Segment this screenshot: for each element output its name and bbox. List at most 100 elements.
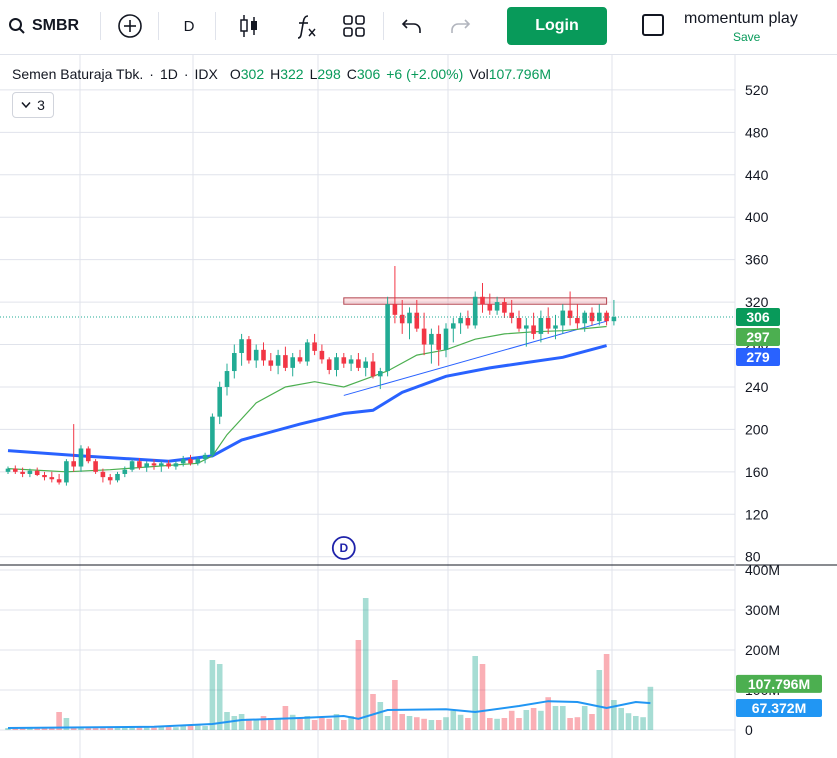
- candle-body: [78, 448, 84, 467]
- volume-label-text: 67.372M: [752, 700, 806, 716]
- volume-tick-label: 300M: [745, 602, 780, 618]
- grid-lines: [0, 54, 735, 565]
- compare-symbol-button[interactable]: [115, 10, 145, 42]
- candle-body: [34, 470, 40, 476]
- candle-body: [93, 461, 98, 472]
- candle-body: [516, 318, 522, 329]
- candle-body: [524, 325, 529, 329]
- legend-volume: Vol107.796M: [469, 66, 551, 82]
- high-value: 322: [280, 66, 304, 82]
- grid-icon: [343, 15, 365, 37]
- indicators-toggle-button[interactable]: 3: [12, 92, 54, 118]
- volume-bar: [479, 664, 486, 730]
- candle-body: [472, 296, 478, 326]
- candle-body: [545, 318, 551, 329]
- layout-name[interactable]: momentum play: [684, 10, 798, 28]
- candle-body: [480, 296, 485, 305]
- volume-bar: [472, 656, 478, 730]
- price-tick-label: 480: [745, 124, 769, 140]
- indicators-button[interactable]: [292, 10, 320, 42]
- candle-body: [297, 357, 303, 362]
- chart-canvas[interactable]: 52048044040036032028024020016012080 400M…: [0, 54, 837, 758]
- candle-body: [27, 470, 33, 474]
- candle-body: [180, 459, 186, 464]
- volume-bar: [311, 720, 318, 730]
- layouts-button[interactable]: [340, 10, 368, 42]
- candle-body: [560, 310, 566, 326]
- redo-button[interactable]: [446, 10, 474, 42]
- open-value: 302: [240, 66, 265, 82]
- layout-checkbox[interactable]: [642, 14, 664, 36]
- volume-bar: [253, 720, 259, 730]
- volume-bar: [370, 694, 376, 730]
- chart-legend: Semen Baturaja Tbk. · 1D · IDX O302 H322…: [12, 66, 551, 82]
- candle-body: [611, 316, 617, 322]
- candle-body: [5, 468, 11, 472]
- candle-body: [202, 454, 208, 460]
- volume-bar: [421, 718, 427, 730]
- volume-bar: [341, 720, 347, 730]
- volume-bar: [443, 717, 449, 730]
- chart-type-button[interactable]: [235, 10, 263, 42]
- volume-tick-label: 200M: [745, 642, 780, 658]
- candle-body: [392, 304, 398, 315]
- legend-high: H322: [270, 66, 303, 82]
- candle-body: [239, 339, 244, 354]
- login-button[interactable]: Login: [507, 7, 607, 45]
- volume-bar: [647, 686, 654, 730]
- undo-button[interactable]: [398, 10, 426, 42]
- candle-body: [326, 359, 332, 370]
- volume-bar: [355, 640, 362, 730]
- volume-bar: [326, 718, 332, 730]
- dividend-marker[interactable]: D: [331, 536, 356, 560]
- volume-bar: [457, 714, 464, 730]
- volume-label-text: 107.796M: [748, 676, 810, 692]
- price-tick-label: 240: [745, 379, 769, 395]
- candle-body: [166, 463, 171, 467]
- dividend-marker-text: D: [339, 541, 348, 555]
- candle-body: [232, 353, 237, 372]
- volume-bar: [567, 718, 573, 730]
- legend-name[interactable]: Semen Baturaja Tbk.: [12, 66, 143, 82]
- volume-bar: [618, 708, 624, 730]
- volume-bar: [596, 670, 603, 730]
- candle-body: [56, 479, 62, 483]
- candle-body: [553, 325, 558, 329]
- candle-body: [538, 318, 544, 334]
- interval-button[interactable]: D: [176, 10, 202, 42]
- price-tick-label: 320: [745, 294, 769, 310]
- volume-bar: [501, 718, 508, 730]
- volume-bar: [399, 714, 405, 730]
- candle-body: [173, 463, 179, 467]
- close-value: 306: [356, 66, 381, 82]
- price-label-text: 279: [746, 349, 770, 365]
- volume-bar: [406, 716, 413, 730]
- indicators-count: 3: [37, 97, 45, 113]
- volume-bar: [574, 717, 581, 730]
- volume-bar: [603, 654, 610, 730]
- price-tick-label: 400: [745, 209, 769, 225]
- symbol-search-button[interactable]: SMBR: [8, 10, 79, 42]
- candle-body: [42, 475, 47, 478]
- price-label-text: 306: [746, 309, 770, 325]
- volume-bar: [450, 710, 457, 730]
- candle-body: [414, 312, 420, 329]
- symbol-label: SMBR: [32, 17, 80, 34]
- redo-icon: [451, 19, 471, 33]
- candle-body: [443, 328, 449, 350]
- candle-body: [64, 461, 69, 483]
- toolbar-divider: [158, 12, 159, 40]
- price-tick-label: 120: [745, 506, 769, 522]
- candle-body: [341, 357, 347, 364]
- candle-body: [246, 339, 252, 361]
- volume-bar: [538, 710, 544, 730]
- candle-body: [378, 371, 383, 377]
- volume-bar: [238, 714, 245, 730]
- volume-tick-label: 0: [745, 722, 753, 738]
- volume-bar: [216, 664, 223, 730]
- toolbar-divider: [100, 12, 101, 40]
- volume-bar: [516, 718, 522, 730]
- volume-bar: [625, 713, 632, 730]
- undo-icon: [401, 19, 421, 33]
- trendline[interactable]: [343, 320, 607, 396]
